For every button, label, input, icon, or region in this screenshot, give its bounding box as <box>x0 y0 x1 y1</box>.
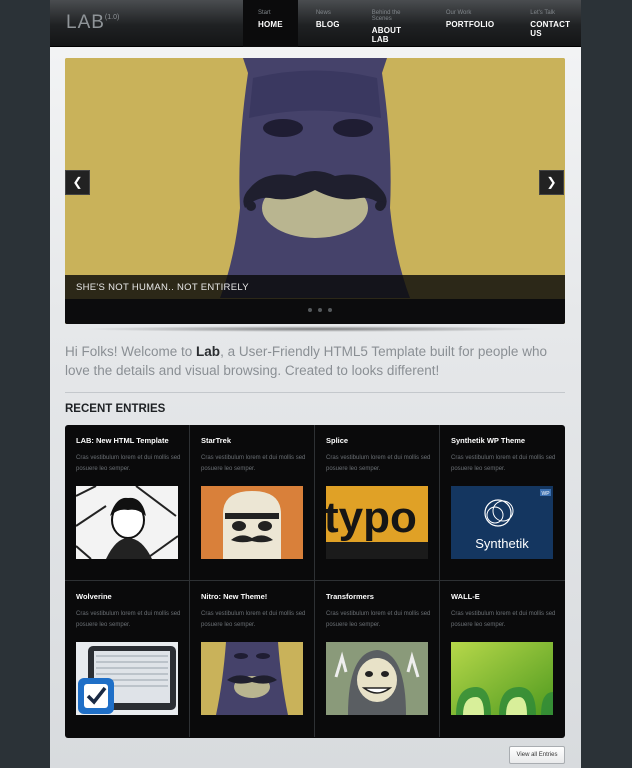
hero-slider: SHE'S NOT HUMAN.. NOT ENTIRELY ❮ ❯ <box>65 58 565 324</box>
intro-text: Hi Folks! Welcome to Lab, a User-Friendl… <box>65 344 547 378</box>
recent-entries-grid: LAB: New HTML Template Cras vestibulum l… <box>65 425 565 738</box>
nav-label: ABOUT LAB <box>371 26 402 44</box>
entry-title[interactable]: Transformers <box>326 592 439 601</box>
entry-excerpt: Cras vestibulum lorem et dui mollis sed … <box>201 611 306 628</box>
slide-caption: SHE'S NOT HUMAN.. NOT ENTIRELY <box>65 275 565 299</box>
entry-card[interactable]: LAB: New HTML Template Cras vestibulum l… <box>65 425 190 581</box>
page: LAB(1.0) Start HOME News BLOG Behind the… <box>50 0 581 768</box>
entry-thumbnail[interactable] <box>201 486 303 559</box>
entry-card[interactable]: Nitro: New Theme! Cras vestibulum lorem … <box>190 581 315 737</box>
site-header: LAB(1.0) Start HOME News BLOG Behind the… <box>50 0 581 47</box>
slider-dot[interactable] <box>318 308 322 312</box>
nav-label: BLOG <box>315 20 340 29</box>
main-nav: Start HOME News BLOG Behind the Scenes A… <box>243 0 581 47</box>
nav-contact[interactable]: Let's Talk CONTACT US <box>512 0 581 47</box>
entry-excerpt: Cras vestibulum lorem et dui mollis sed … <box>76 611 181 628</box>
entry-card[interactable]: Transformers Cras vestibulum lorem et du… <box>315 581 440 737</box>
entry-title[interactable]: Splice <box>326 436 439 445</box>
entry-thumbnail[interactable] <box>451 642 553 715</box>
nav-home[interactable]: Start HOME <box>243 0 298 47</box>
divider <box>65 392 565 393</box>
entry-thumbnail[interactable] <box>76 642 178 715</box>
entry-card[interactable]: StarTrek Cras vestibulum lorem et dui mo… <box>190 425 315 581</box>
site-logo[interactable]: LAB(1.0) <box>66 12 119 34</box>
entry-thumbnail[interactable] <box>76 486 178 559</box>
entry-thumbnail[interactable] <box>326 642 428 715</box>
entry-card[interactable]: Synthetik WP Theme Cras vestibulum lorem… <box>440 425 565 581</box>
nav-sub-label: Our Work <box>445 10 472 16</box>
nav-label: CONTACT US <box>530 20 571 38</box>
nav-label: HOME <box>258 20 283 29</box>
intro-brand: Lab <box>196 344 221 359</box>
entry-card[interactable]: Splice Cras vestibulum lorem et dui moll… <box>315 425 440 581</box>
nav-sub-label: News <box>315 10 331 16</box>
slider-next-button[interactable]: ❯ <box>539 170 564 195</box>
nav-about[interactable]: Behind the Scenes ABOUT LAB <box>358 0 428 47</box>
entry-excerpt: Cras vestibulum lorem et dui mollis sed … <box>326 611 431 628</box>
slider-prev-button[interactable]: ❮ <box>65 170 90 195</box>
entry-title[interactable]: Nitro: New Theme! <box>201 592 314 601</box>
entry-thumbnail[interactable]: typo <box>326 486 428 559</box>
wp-badge-text: WP <box>541 491 550 497</box>
entry-card[interactable]: WALL-E Cras vestibulum lorem et dui moll… <box>440 581 565 737</box>
view-all-entries-button[interactable]: View all Entries <box>509 746 565 764</box>
nav-label: PORTFOLIO <box>445 20 495 29</box>
slider-dot[interactable] <box>308 308 312 312</box>
entry-excerpt: Cras vestibulum lorem et dui mollis sed … <box>76 455 181 472</box>
entry-excerpt: Cras vestibulum lorem et dui mollis sed … <box>201 455 306 472</box>
synthetik-thumb-text: Synthetik <box>475 536 529 551</box>
entry-excerpt: Cras vestibulum lorem et dui mollis sed … <box>326 455 431 472</box>
entry-card[interactable]: Wolverine Cras vestibulum lorem et dui m… <box>65 581 190 737</box>
entry-title[interactable]: WALL-E <box>451 592 565 601</box>
entry-excerpt: Cras vestibulum lorem et dui mollis sed … <box>451 611 556 628</box>
entry-title[interactable]: StarTrek <box>201 436 314 445</box>
nav-sub-label: Let's Talk <box>530 10 555 16</box>
entry-thumbnail[interactable] <box>201 642 303 715</box>
entry-excerpt: Cras vestibulum lorem et dui mollis sed … <box>451 455 556 472</box>
slider-pagination <box>65 299 565 324</box>
nav-sub-label: Start <box>258 10 271 16</box>
entry-title[interactable]: Wolverine <box>76 592 189 601</box>
nav-portfolio[interactable]: Our Work PORTFOLIO <box>428 0 512 47</box>
slider-dot[interactable] <box>328 308 332 312</box>
entry-title[interactable]: Synthetik WP Theme <box>451 436 565 445</box>
entry-thumbnail[interactable]: WP Synthetik <box>451 486 553 559</box>
nav-blog[interactable]: News BLOG <box>298 0 358 47</box>
entry-title[interactable]: LAB: New HTML Template <box>76 436 189 445</box>
slider-shadow <box>80 326 550 332</box>
typo-thumb-text: typo <box>326 493 417 542</box>
logo-version: (1.0) <box>104 14 120 21</box>
nav-sub-label: Behind the Scenes <box>371 10 401 22</box>
recent-entries-title: RECENT ENTRIES <box>65 403 166 415</box>
